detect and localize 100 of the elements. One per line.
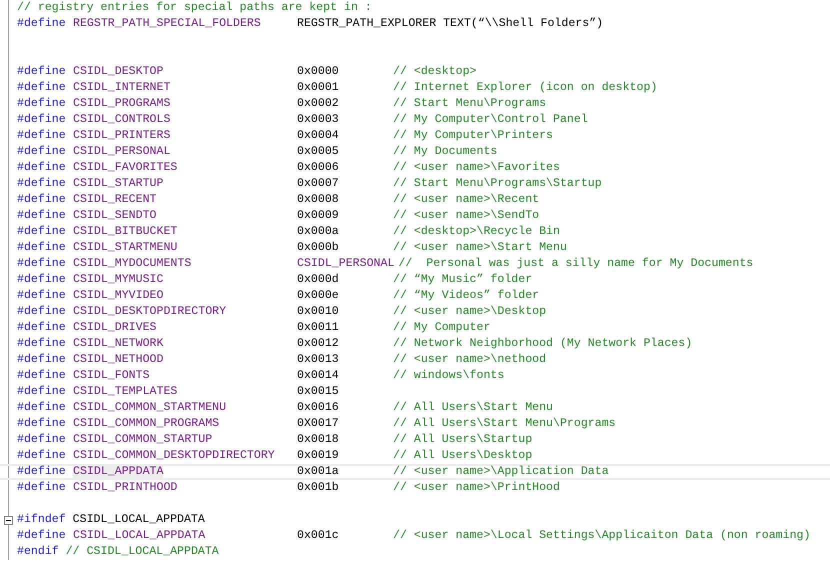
directive-keyword: #define bbox=[17, 192, 67, 208]
code-comment: // My Computer\Control Panel bbox=[393, 112, 588, 128]
macro-name: CSIDL_STARTUP bbox=[73, 177, 164, 190]
macro-name: CSIDL_COMMON_PROGRAMS bbox=[73, 417, 220, 430]
macro-value: 0x001b bbox=[297, 480, 340, 496]
macro-name: CSIDL_SENDTO bbox=[73, 209, 156, 222]
directive-keyword: #define bbox=[17, 64, 67, 80]
macro-name: CSIDL_MYVIDEO bbox=[73, 289, 164, 302]
macro-value: 0x0005 bbox=[297, 144, 340, 160]
macro-value: 0x0019 bbox=[297, 448, 340, 464]
macro-value: 0x0004 bbox=[297, 128, 340, 144]
macro-name: CSIDL_RECENT bbox=[73, 193, 156, 206]
code-comment: // <user name>\nethood bbox=[393, 352, 546, 368]
macro-name: CSIDL_APPDATA bbox=[73, 465, 164, 478]
macro-name: CSIDL_PERSONAL bbox=[73, 145, 170, 158]
macro-name: CSIDL_COMMON_DESKTOPDIRECTORY bbox=[73, 449, 275, 462]
directive-keyword: #define bbox=[17, 112, 67, 128]
directive-keyword: #define bbox=[17, 304, 67, 320]
directive-keyword: #ifndef bbox=[17, 512, 66, 528]
code-comment: // registry entries for special paths are kept in : bbox=[17, 0, 372, 16]
macro-name: CSIDL_PRINTERS bbox=[73, 129, 170, 142]
macro-name: REGSTR_PATH_SPECIAL_FOLDERS bbox=[73, 17, 261, 30]
macro-name: CSIDL_LOCAL_APPDATA bbox=[72, 512, 205, 528]
code-comment: // “My Music” folder bbox=[393, 272, 532, 288]
macro-value: 0x0000 bbox=[297, 64, 340, 80]
macro-value: 0x0007 bbox=[297, 176, 340, 192]
code-comment: // All Users\Start Menu bbox=[393, 400, 554, 416]
code-comment: // My Computer\Printers bbox=[393, 128, 554, 144]
code-comment: // <user name>\SendTo bbox=[393, 208, 540, 224]
code-comment: // windows\fonts bbox=[393, 368, 504, 384]
macro-value: CSIDL_PERSONAL bbox=[297, 256, 394, 272]
directive-keyword: #define bbox=[17, 466, 67, 478]
macro-value: 0x0001 bbox=[297, 80, 340, 96]
directive-keyword: #endif bbox=[17, 544, 59, 560]
code-comment: // All Users\Desktop bbox=[393, 448, 532, 464]
directive-keyword: #define bbox=[17, 528, 67, 544]
macro-name: CSIDL_PROGRAMS bbox=[73, 97, 170, 110]
macro-value: 0x0013 bbox=[297, 352, 340, 368]
code-comment: // CSIDL_LOCAL_APPDATA bbox=[64, 544, 219, 560]
macro-name: CSIDL_FONTS bbox=[73, 369, 150, 382]
macro-value: 0x0014 bbox=[297, 368, 340, 384]
code-comment: // <user name>\Recent bbox=[393, 192, 540, 208]
directive-keyword: #define bbox=[17, 368, 67, 384]
macro-value: 0x0003 bbox=[297, 112, 340, 128]
macro-name: CSIDL_DRIVES bbox=[73, 321, 156, 334]
code-comment: // My Documents bbox=[393, 144, 498, 160]
directive-keyword: #define bbox=[17, 336, 67, 352]
macro-name: CSIDL_STARTMENU bbox=[73, 241, 178, 254]
macro-value: 0x0012 bbox=[297, 336, 340, 352]
directive-keyword: #define bbox=[17, 208, 67, 224]
macro-name: CSIDL_TEMPLATES bbox=[73, 385, 178, 398]
macro-name: CSIDL_COMMON_STARTUP bbox=[73, 433, 212, 446]
code-comment: // <user name>\Favorites bbox=[393, 160, 560, 176]
directive-keyword: #define bbox=[17, 480, 67, 496]
directive-keyword: #define bbox=[17, 16, 67, 32]
macro-name: CSIDL_DESKTOP bbox=[73, 65, 164, 78]
code-comment: // My Computer bbox=[393, 320, 490, 336]
macro-value: 0x000b bbox=[297, 240, 340, 256]
macro-name: CSIDL_NETWORK bbox=[73, 337, 164, 350]
macro-value: 0x0015 bbox=[297, 384, 340, 400]
code-comment: // Network Neighborhood (My Network Places) bbox=[393, 336, 692, 352]
directive-keyword: #define bbox=[17, 176, 67, 192]
macro-value: 0x0018 bbox=[297, 432, 340, 448]
macro-value: REGSTR_PATH_EXPLORER TEXT(“\\Shell Folders”) bbox=[297, 16, 604, 32]
macro-value: 0x0009 bbox=[297, 208, 340, 224]
directive-keyword: #define bbox=[17, 128, 67, 144]
code-comment: // Internet Explorer (icon on desktop) bbox=[393, 80, 658, 96]
macro-value: 0x001a bbox=[297, 466, 340, 478]
code-comment: // Personal was just a silly name for My Documents bbox=[398, 256, 754, 272]
macro-value: 0x000d bbox=[297, 272, 340, 288]
collapse-icon[interactable] bbox=[4, 516, 13, 524]
macro-name: CSIDL_NETHOOD bbox=[73, 353, 164, 366]
code-comment: // Start Menu\Programs\Startup bbox=[393, 176, 602, 192]
code-comment: // <user name>\Local Settings\Applicaiton Data (non roaming) bbox=[393, 528, 810, 544]
macro-name: CSIDL_COMMON_STARTMENU bbox=[73, 401, 226, 414]
directive-keyword: #define bbox=[17, 448, 67, 464]
code-comment: // <user name>\Start Menu bbox=[393, 240, 567, 256]
macro-name: CSIDL_MYDOCUMENTS bbox=[73, 257, 192, 270]
macro-name: CSIDL_INTERNET bbox=[73, 81, 170, 94]
macro-value: 0x000a bbox=[297, 224, 340, 240]
directive-keyword: #define bbox=[17, 416, 67, 432]
code-comment: // <user name>\Desktop bbox=[393, 304, 546, 320]
directive-keyword: #define bbox=[17, 240, 67, 256]
directive-keyword: #define bbox=[17, 352, 67, 368]
macro-name: CSIDL_MYMUSIC bbox=[73, 273, 164, 286]
code-comment: // <desktop>\Recycle Bin bbox=[393, 224, 560, 240]
directive-keyword: #define bbox=[17, 384, 67, 400]
macro-name: CSIDL_LOCAL_APPDATA bbox=[73, 529, 206, 542]
directive-keyword: #define bbox=[17, 96, 67, 112]
macro-value: 0X0017 bbox=[297, 416, 340, 432]
code-comment: // Start Menu\Programs bbox=[393, 96, 546, 112]
directive-keyword: #define bbox=[17, 256, 67, 272]
macro-name: CSIDL_DESKTOPDIRECTORY bbox=[73, 305, 226, 318]
code-comment: // <desktop> bbox=[393, 64, 476, 80]
macro-name: CSIDL_PRINTHOOD bbox=[73, 481, 178, 494]
macro-value: 0x0008 bbox=[297, 192, 340, 208]
macro-value: 0x0016 bbox=[297, 400, 340, 416]
directive-keyword: #define bbox=[17, 224, 67, 240]
code-comment: // <user name>\Application Data bbox=[393, 466, 609, 478]
code-comment: // All Users\Startup bbox=[393, 432, 532, 448]
